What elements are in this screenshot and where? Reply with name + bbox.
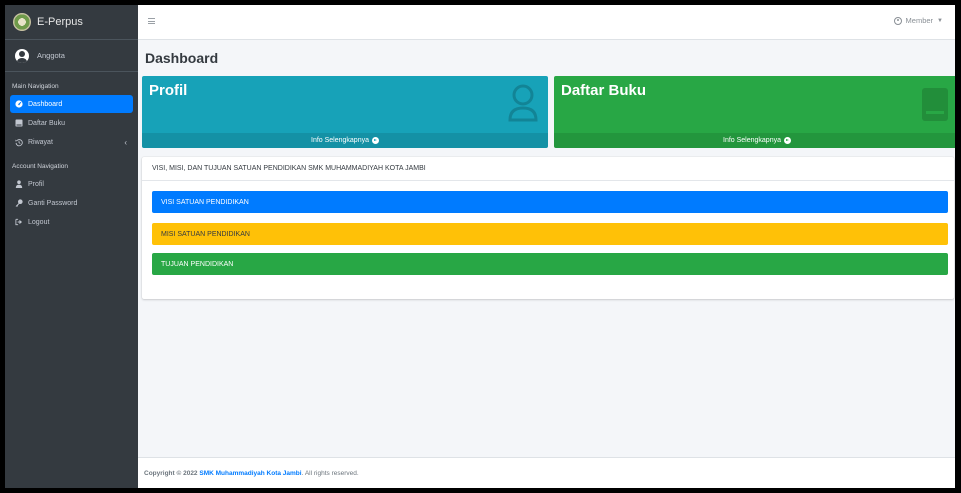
history-icon bbox=[15, 138, 23, 146]
arrow-circle-right-icon bbox=[784, 137, 791, 144]
app-window: E-Perpus Anggota Main Navigation Dashboa… bbox=[5, 5, 955, 488]
card-header: VISI, MISI, DAN TUJUAN SATUAN PENDIDIKAN… bbox=[142, 157, 954, 181]
logout-icon bbox=[15, 218, 23, 226]
brand-link[interactable]: E-Perpus bbox=[5, 5, 138, 40]
top-navbar: Member ▼ bbox=[138, 5, 955, 40]
member-label: Member bbox=[905, 16, 934, 25]
sidebar-item-label: Riwayat bbox=[28, 138, 53, 146]
user-circle-icon bbox=[893, 16, 902, 25]
small-box-link-label: Info Selengkapnya bbox=[311, 137, 369, 144]
profil-small-box: Profil Info Selengkapnya bbox=[142, 76, 548, 148]
small-box-link-label: Info Selengkapnya bbox=[723, 137, 781, 144]
small-box-title: Profil bbox=[149, 82, 188, 99]
user-name: Anggota bbox=[37, 51, 65, 60]
visi-collapse-bar[interactable]: VISI SATUAN PENDIDIKAN bbox=[152, 191, 948, 213]
brand-name: E-Perpus bbox=[37, 16, 83, 28]
sidebar-item-riwayat[interactable]: Riwayat ‹ bbox=[10, 133, 133, 151]
page-footer: Copyright © 2022 SMK Muhammadiyah Kota J… bbox=[138, 457, 955, 488]
small-box-title: Daftar Buku bbox=[561, 82, 647, 99]
user-outline-icon bbox=[508, 84, 538, 129]
copyright-prefix: Copyright © 2022 bbox=[144, 469, 198, 477]
sidebar-item-label: Profil bbox=[28, 180, 44, 188]
school-name-link[interactable]: SMK Muhammadiyah Kota Jambi bbox=[199, 470, 301, 477]
tujuan-collapse-bar[interactable]: TUJUAN PENDIDIKAN bbox=[152, 253, 948, 275]
content-wrapper: Dashboard Profil Info Selengkapnya Dafta… bbox=[138, 40, 955, 488]
sidebar-item-logout[interactable]: Logout bbox=[10, 213, 133, 231]
user-icon bbox=[15, 180, 23, 188]
account-navigation-header: Account Navigation bbox=[12, 163, 69, 170]
school-logo-icon bbox=[13, 13, 31, 31]
dashboard-icon bbox=[15, 100, 23, 108]
arrow-circle-right-icon bbox=[372, 137, 379, 144]
daftar-buku-info-link[interactable]: Info Selengkapnya bbox=[554, 133, 955, 148]
sidebar-item-label: Logout bbox=[28, 218, 50, 226]
menu-toggle-icon[interactable] bbox=[148, 18, 155, 24]
sidebar-item-label: Dashboard bbox=[28, 100, 63, 108]
sidebar-item-label: Ganti Password bbox=[28, 199, 78, 207]
book-icon bbox=[15, 119, 23, 127]
main-navigation-header: Main Navigation bbox=[12, 83, 59, 90]
misi-collapse-bar[interactable]: MISI SATUAN PENDIDIKAN bbox=[152, 223, 948, 245]
user-avatar-icon bbox=[15, 48, 29, 63]
caret-down-icon: ▼ bbox=[937, 17, 943, 24]
sidebar-item-daftar-buku[interactable]: Daftar Buku bbox=[10, 114, 133, 132]
copyright-suffix: . All rights reserved. bbox=[301, 469, 359, 477]
sidebar-item-ganti-password[interactable]: Ganti Password bbox=[10, 194, 133, 212]
chevron-left-icon: ‹ bbox=[124, 137, 127, 147]
book-large-icon bbox=[920, 84, 950, 129]
sidebar-item-label: Daftar Buku bbox=[28, 119, 65, 127]
daftar-buku-small-box: Daftar Buku Info Selengkapnya bbox=[554, 76, 955, 148]
vision-mission-card: VISI, MISI, DAN TUJUAN SATUAN PENDIDIKAN… bbox=[142, 157, 954, 299]
sidebar-item-profil[interactable]: Profil bbox=[10, 175, 133, 193]
sidebar: E-Perpus Anggota Main Navigation Dashboa… bbox=[5, 5, 138, 488]
user-panel[interactable]: Anggota bbox=[5, 40, 138, 72]
profil-info-link[interactable]: Info Selengkapnya bbox=[142, 133, 548, 148]
member-dropdown[interactable]: Member ▼ bbox=[893, 16, 943, 25]
key-icon bbox=[15, 199, 23, 207]
sidebar-item-dashboard[interactable]: Dashboard bbox=[10, 95, 133, 113]
page-title: Dashboard bbox=[145, 50, 219, 66]
